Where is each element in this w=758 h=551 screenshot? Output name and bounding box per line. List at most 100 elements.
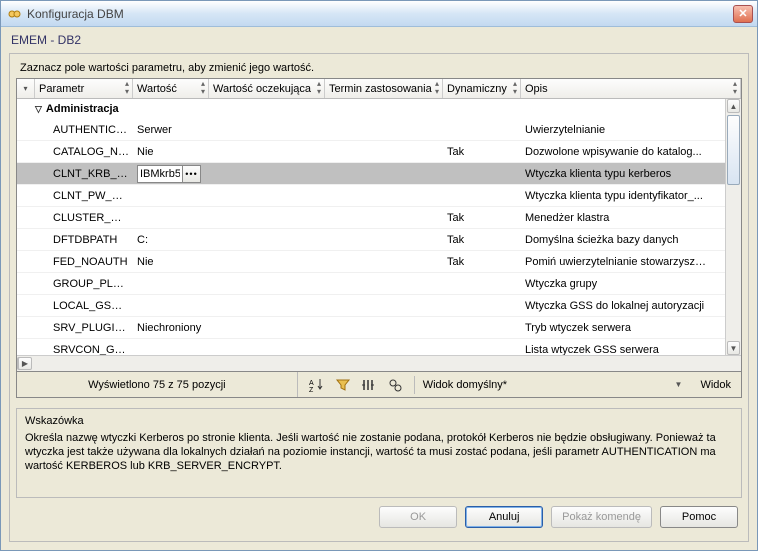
scroll-thumb[interactable]: [727, 115, 740, 185]
column-headers: ▾ Parametr ▴▾ Wartość ▴▾ Wartość oczekuj…: [17, 79, 741, 99]
find-icon[interactable]: [386, 376, 404, 394]
help-button[interactable]: Pomoc: [660, 506, 738, 528]
cell-param: AUTHENTICA...: [17, 124, 133, 136]
content-panel: Zaznacz pole wartości parametru, aby zmi…: [9, 53, 749, 542]
cell-param: SRVCON_GSS...: [17, 344, 133, 356]
ellipsis-button[interactable]: •••: [182, 166, 200, 182]
status-bar: Wyświetlono 75 z 75 pozycji AZ Widok dom…: [16, 372, 742, 398]
cell-param: LOCAL_GSSP...: [17, 300, 133, 312]
column-header-dynamiczny[interactable]: Dynamiczny ▴▾: [443, 79, 521, 98]
chevron-down-icon: ▾: [23, 84, 27, 93]
ok-button[interactable]: OK: [379, 506, 457, 528]
sort-arrows-icon: ▴▾: [733, 80, 737, 96]
cell-desc: Wtyczka klienta typu kerberos: [521, 168, 725, 180]
cell-desc: Dozwolone wpisywanie do katalog...: [521, 146, 725, 158]
table-row[interactable]: CLNT_KRB_P...•••Wtyczka klienta typu ker…: [17, 163, 725, 185]
cell-dynamic: Tak: [443, 212, 521, 224]
close-button[interactable]: ✕: [733, 5, 753, 23]
sort-az-icon[interactable]: AZ: [308, 376, 326, 394]
instruction-text: Zaznacz pole wartości parametru, aby zmi…: [20, 62, 742, 74]
table-row[interactable]: CLNT_PW_PL... Wtyczka klienta typu identy…: [17, 185, 725, 207]
group-label: Administracja: [46, 103, 119, 115]
cell-param: CATALOG_NO...: [17, 146, 133, 158]
scroll-up-button[interactable]: ▲: [727, 99, 740, 113]
hint-panel: Wskazówka Określa nazwę wtyczki Kerberos…: [16, 408, 742, 498]
show-command-button[interactable]: Pokaż komendę: [551, 506, 652, 528]
cell-desc: Tryb wtyczek serwera: [521, 322, 725, 334]
table-row[interactable]: CATALOG_NO...Nie TakDozwolone wpisywanie …: [17, 141, 725, 163]
value-editor[interactable]: •••: [137, 165, 201, 183]
cell-value[interactable]: Nie: [133, 256, 209, 268]
vertical-scrollbar[interactable]: ▲ ▼: [725, 99, 741, 355]
hint-title: Wskazówka: [25, 415, 733, 427]
cell-param: CLNT_PW_PL...: [17, 190, 133, 202]
value-input[interactable]: [138, 166, 182, 182]
table-row[interactable]: SRV_PLUGIN...Niechroniony Tryb wtyczek se…: [17, 317, 725, 339]
group-header[interactable]: ▽ Administracja: [17, 99, 725, 119]
column-label: Dynamiczny: [447, 83, 507, 95]
cell-param: GROUP_PLU...: [17, 278, 133, 290]
parameter-table: ▾ Parametr ▴▾ Wartość ▴▾ Wartość oczekuj…: [16, 78, 742, 372]
sort-arrows-icon: ▴▾: [125, 80, 129, 96]
cell-dynamic: Tak: [443, 256, 521, 268]
svg-text:A: A: [309, 380, 314, 387]
close-icon: ✕: [738, 7, 747, 20]
table-row[interactable]: LOCAL_GSSP...Wtyczka GSS do lokalnej aut…: [17, 295, 725, 317]
view-label: Widok: [690, 372, 741, 397]
table-row[interactable]: SRVCON_GSS... Lista wtyczek GSS serwera: [17, 339, 725, 355]
cell-param: DFTDBPATH: [17, 234, 133, 246]
sort-arrows-icon: ▴▾: [201, 80, 205, 96]
cell-desc: Lista wtyczek GSS serwera: [521, 344, 725, 356]
table-row[interactable]: FED_NOAUTHNie TakPomiń uwierzytelnianie s…: [17, 251, 725, 273]
toolbar-icons: AZ: [298, 376, 415, 394]
cell-desc: Wtyczka grupy: [521, 278, 725, 290]
column-header-parametr[interactable]: Parametr ▴▾: [35, 79, 133, 98]
chevron-down-icon: ▼: [675, 380, 683, 389]
column-label: Wartość oczekująca: [213, 83, 311, 95]
cell-desc: Menedżer klastra: [521, 212, 725, 224]
cell-value[interactable]: C:: [133, 234, 209, 246]
window: Konfiguracja DBM ✕ EMEM - DB2 Zaznacz po…: [0, 0, 758, 551]
cell-desc: Wtyczka klienta typu identyfikator_...: [521, 190, 725, 202]
cell-value[interactable]: •••: [133, 165, 209, 183]
horizontal-scrollbar[interactable]: ◀ ▶: [17, 355, 741, 371]
cell-param: SRV_PLUGIN...: [17, 322, 133, 334]
column-header-wartosc[interactable]: Wartość ▴▾: [133, 79, 209, 98]
row-count-label: Wyświetlono 75 z 75 pozycji: [17, 372, 298, 397]
button-row: OK Anuluj Pokaż komendę Pomoc: [16, 498, 742, 528]
grid-body: ▽ Administracja AUTHENTICA...Serwer Uwierzy…: [17, 99, 741, 355]
column-header-wartosc-oczekujaca[interactable]: Wartość oczekująca ▴▾: [209, 79, 325, 98]
collapse-triangle-icon: ▽: [35, 104, 42, 115]
cell-dynamic: Tak: [443, 146, 521, 158]
columns-icon[interactable]: [360, 376, 378, 394]
cell-value[interactable]: Serwer: [133, 124, 209, 136]
table-row[interactable]: AUTHENTICA...Serwer Uwierzytelnianie: [17, 119, 725, 141]
cell-desc: Pomiń uwierzytelnianie stowarzyszo...: [521, 256, 725, 268]
table-row[interactable]: DFTDBPATHC: TakDomyślna ścieżka bazy dany…: [17, 229, 725, 251]
column-header-termin[interactable]: Termin zastosowania ▴▾: [325, 79, 443, 98]
column-header-opis[interactable]: Opis ▴▾: [521, 79, 741, 98]
svg-text:Z: Z: [309, 387, 314, 393]
column-label: Parametr: [39, 83, 84, 95]
app-icon: [7, 6, 23, 22]
cell-value[interactable]: Niechroniony: [133, 322, 209, 334]
column-label: Termin zastosowania: [329, 83, 432, 95]
cell-param: FED_NOAUTH: [17, 256, 133, 268]
column-label: Opis: [525, 83, 548, 95]
hint-body: Określa nazwę wtyczki Kerberos po stroni…: [25, 431, 733, 473]
sort-arrows-icon: ▴▾: [435, 80, 439, 96]
cell-value[interactable]: Nie: [133, 146, 209, 158]
cell-desc: Domyślna ścieżka bazy danych: [521, 234, 725, 246]
table-row[interactable]: GROUP_PLU... Wtyczka grupy: [17, 273, 725, 295]
cancel-button[interactable]: Anuluj: [465, 506, 543, 528]
window-title: Konfiguracja DBM: [27, 7, 733, 21]
filter-icon[interactable]: [334, 376, 352, 394]
cell-dynamic: Tak: [443, 234, 521, 246]
cell-desc: Uwierzytelnianie: [521, 124, 725, 136]
scroll-down-button[interactable]: ▼: [727, 341, 740, 355]
view-selector[interactable]: Widok domyślny* ▼: [415, 379, 691, 391]
table-row[interactable]: CLUSTER_MGRTakMenedżer klastra: [17, 207, 725, 229]
scroll-right-button[interactable]: ▶: [18, 357, 32, 370]
titlebar: Konfiguracja DBM ✕: [1, 1, 757, 27]
header-menu-button[interactable]: ▾: [17, 79, 35, 98]
